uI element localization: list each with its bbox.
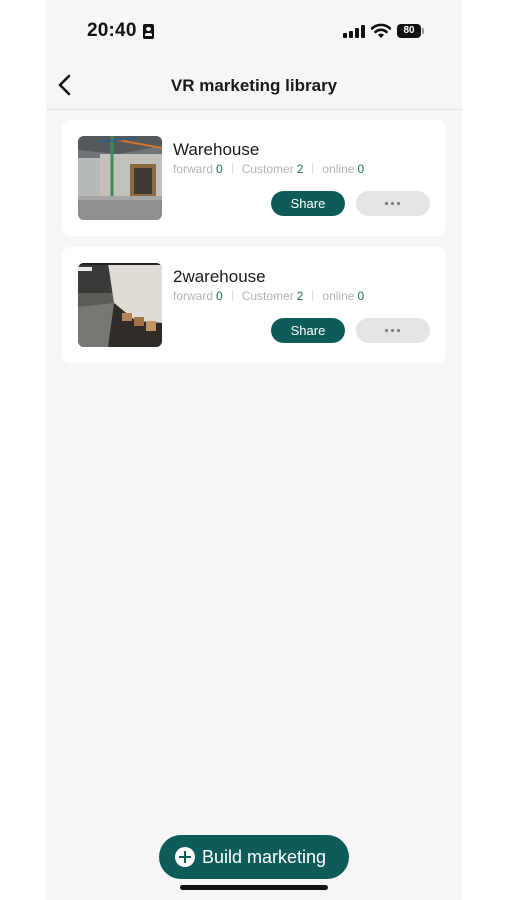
battery-level: 80 [397,24,421,38]
forward-label: forward [173,162,214,176]
more-dots-icon [385,329,401,332]
forward-count: 0 [216,162,223,176]
phone-screen: 20:40 80 VR marketing library Warehouse … [46,0,462,900]
customer-label: Customer [241,289,294,303]
marketing-card[interactable]: Warehouse forward 0 Customer 2 online 0 Share [62,120,446,236]
warehouse-thumbnail[interactable] [78,263,162,347]
wifi-icon [371,23,391,38]
online-label: online [322,162,355,176]
online-label: online [322,289,355,303]
build-marketing-button[interactable]: Build marketing [159,835,349,879]
marketing-card[interactable]: 2warehouse forward 0 Customer 2 online 0 Shar… [62,247,446,363]
card-title: 2warehouse [173,267,266,286]
page-title: VR marketing library [170,76,338,95]
warehouse-thumbnail[interactable] [78,136,162,220]
customer-count: 2 [296,162,304,176]
more-options-button[interactable] [356,318,430,343]
status-bar: 20:40 80 [46,0,462,62]
more-dots-icon [385,202,401,205]
battery-icon: 80 [397,24,425,38]
nav-bar: VR marketing library [46,62,462,110]
card-title: Warehouse [173,140,260,159]
online-count: 0 [357,289,365,303]
customer-label: Customer [241,162,294,176]
plus-circle-icon [175,847,195,867]
signal-icon [343,25,365,38]
share-button[interactable]: Share [271,318,345,343]
card-stats: forward 0 Customer 2 online 0 [173,162,364,176]
card-stats: forward 0 Customer 2 online 0 [173,289,364,303]
forward-count: 0 [216,289,223,303]
customer-count: 2 [296,289,304,303]
home-indicator[interactable] [180,885,328,890]
id-card-icon [143,24,154,39]
status-time: 20:40 [87,20,137,41]
share-button[interactable]: Share [271,191,345,216]
build-marketing-label: Build marketing [202,847,327,867]
forward-label: forward [173,289,214,303]
more-options-button[interactable] [356,191,430,216]
online-count: 0 [357,162,365,176]
